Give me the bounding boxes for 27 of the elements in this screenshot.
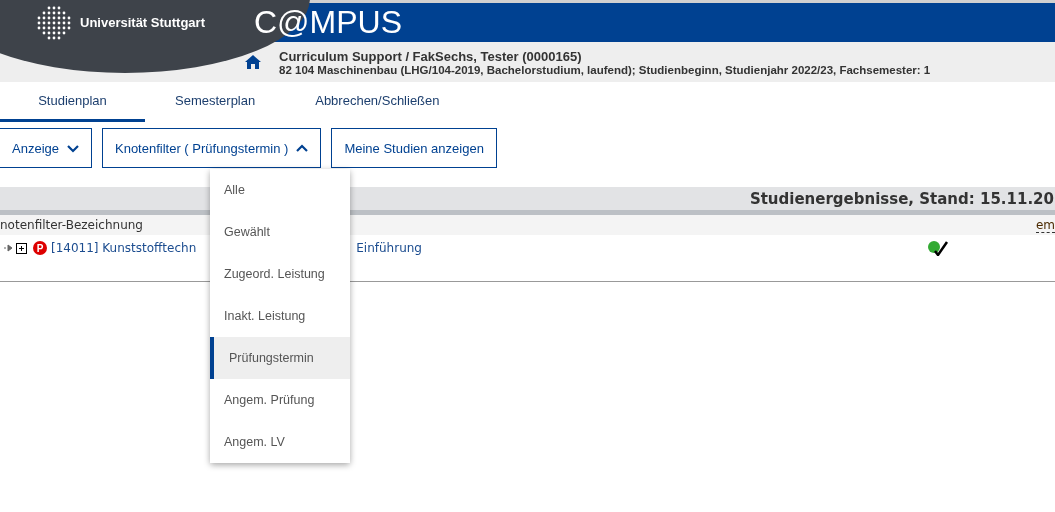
menu-item[interactable]: Prüfungstermin <box>210 337 350 379</box>
menu-item[interactable]: Gewählt <box>210 211 350 253</box>
tab[interactable]: Studienplan <box>0 82 145 122</box>
home-icon[interactable] <box>245 55 261 69</box>
plus-box-icon[interactable] <box>16 242 27 254</box>
column-label: notenfilter-Bezeichnung <box>0 218 143 232</box>
menu-item[interactable]: Zugeord. Leistung <box>210 253 350 295</box>
exam-badge: P <box>33 241 47 255</box>
expand-arrow-icon[interactable] <box>3 243 13 253</box>
app-title: C@MPUS <box>254 4 403 41</box>
menu-item[interactable]: Alle <box>210 169 350 211</box>
tab[interactable]: Semesterplan <box>145 82 286 122</box>
menu-item[interactable]: Angem. Prüfung <box>210 379 350 421</box>
dotted-circle-logo-icon <box>36 4 72 41</box>
study-program-info: 82 104 Maschinenbau (LHG/104-2019, Bachelorstudium, laufend); Studienbeginn, Studienjahr 2022/23, Fachsemester: 1 <box>279 63 931 76</box>
tab[interactable]: Abbrechen/Schließen <box>285 82 470 122</box>
results-title: Studienergebnisse, Stand: 15.11.20 <box>749 189 1054 210</box>
module-link[interactable]: [14011] Kunststofftechn <box>51 241 197 255</box>
menu-item[interactable]: Inakt. Leistung <box>210 295 350 337</box>
dropdown-button[interactable]: Anzeige <box>0 128 92 168</box>
module-link[interactable]: Einführung <box>356 241 422 255</box>
show-studies-button[interactable]: Meine Studien anzeigen <box>331 128 497 168</box>
column-label: em <box>1035 217 1055 233</box>
context-title: Curriculum Support / FakSechs, Tester (0000165) <box>279 48 583 64</box>
dropdown-button[interactable]: Knotenfilter ( Prüfungstermin ) <box>102 128 322 168</box>
university-name: Universität Stuttgart <box>80 15 205 30</box>
menu-item[interactable]: Angem. LV <box>210 421 350 463</box>
